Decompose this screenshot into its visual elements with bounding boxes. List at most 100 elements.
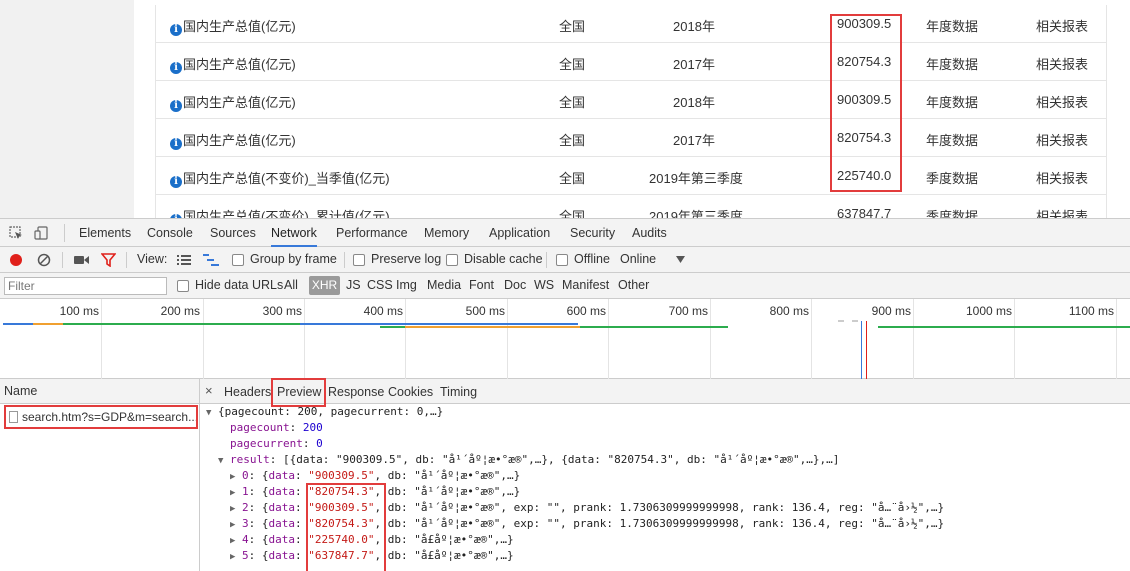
record-icon[interactable] <box>9 253 23 267</box>
data-type-cell: 年度数据 <box>926 95 979 110</box>
disable-cache-label: Disable cache <box>464 252 543 266</box>
timeline-bar <box>405 326 580 328</box>
timeline-overview[interactable]: 100 ms 200 ms 300 ms 400 ms 500 ms 600 m… <box>0 299 1130 379</box>
toolbar-separator <box>344 252 345 268</box>
request-row[interactable]: search.htm?s=GDP&m=search... <box>4 405 198 429</box>
table-row: i 国内生产总值(亿元) 全国 2018年 900309.5 年度数据 相关报表 <box>156 5 1106 43</box>
timeline-tick: 400 ms <box>363 304 403 318</box>
expand-arrow-icon[interactable]: ▶ <box>230 472 235 482</box>
timeline-tick: 300 ms <box>262 304 302 318</box>
tab-memory[interactable]: Memory <box>424 219 469 247</box>
table-row: i 国内生产总值(不变价)_当季值(亿元) 全国 2019年第三季度 225740… <box>156 157 1106 195</box>
filter-type-media[interactable]: Media <box>427 278 461 292</box>
related-report-link[interactable]: 相关报表 <box>1036 16 1088 35</box>
region-cell: 全国 <box>559 19 586 34</box>
tab-timing[interactable]: Timing <box>440 385 477 399</box>
name-column-header[interactable]: Name <box>0 379 199 404</box>
collapse-arrow-icon[interactable]: ▼ <box>206 408 211 418</box>
region-cell: 全国 <box>559 57 586 72</box>
toolbar-separator <box>546 252 547 268</box>
close-icon[interactable]: × <box>205 383 213 398</box>
related-report-link[interactable]: 相关报表 <box>1036 92 1088 111</box>
filter-type-other[interactable]: Other <box>618 278 649 292</box>
filter-type-ws[interactable]: WS <box>534 278 554 292</box>
timeline-bar <box>838 320 844 322</box>
json-root[interactable]: ▼ {pagecount: 200, pagecurrent: 0,…} <box>206 404 443 421</box>
tab-headers[interactable]: Headers <box>224 385 271 399</box>
expand-arrow-icon[interactable]: ▶ <box>230 536 235 546</box>
filter-type-css[interactable]: CSS <box>367 278 393 292</box>
filter-type-manifest[interactable]: Manifest <box>562 278 609 292</box>
tab-cookies[interactable]: Cookies <box>388 385 433 399</box>
expand-arrow-icon[interactable]: ▶ <box>230 520 235 530</box>
tab-sources[interactable]: Sources <box>210 219 256 247</box>
info-icon[interactable]: i <box>170 24 182 36</box>
capture-screenshots-icon[interactable] <box>74 254 89 266</box>
throttling-select[interactable]: Online <box>620 252 656 266</box>
filter-input[interactable]: Filter <box>4 277 167 295</box>
json-result[interactable]: ▼ result: [{data: "900309.5", db: "å¹´åº… <box>218 452 839 469</box>
expand-arrow-icon[interactable]: ▶ <box>230 488 235 498</box>
device-toolbar-icon[interactable] <box>34 226 48 240</box>
related-report-link[interactable]: 相关报表 <box>1036 206 1088 218</box>
disable-cache-checkbox[interactable] <box>446 254 458 266</box>
group-by-frame-checkbox[interactable] <box>232 254 244 266</box>
filter-type-all[interactable]: All <box>284 278 298 292</box>
toolbar-separator <box>62 252 63 268</box>
info-icon[interactable]: i <box>170 62 182 74</box>
info-icon[interactable]: i <box>170 138 182 150</box>
collapse-arrow-icon[interactable]: ▼ <box>218 456 223 466</box>
region-cell: 全国 <box>559 133 586 148</box>
info-icon[interactable]: i <box>170 176 182 188</box>
indicator-name[interactable]: i 国内生产总值(亿元) <box>170 130 296 150</box>
table-row: i 国内生产总值(亿元) 全国 2017年 820754.3 年度数据 相关报表 <box>156 43 1106 81</box>
chevron-down-icon[interactable] <box>676 256 685 263</box>
indicator-name[interactable]: i 国内生产总值(亿元) <box>170 16 296 36</box>
gridline <box>1116 299 1117 379</box>
tab-response[interactable]: Response <box>328 385 384 399</box>
tab-console[interactable]: Console <box>147 219 193 247</box>
timeline-bar <box>3 323 33 325</box>
filter-icon[interactable] <box>101 253 116 267</box>
expand-arrow-icon[interactable]: ▶ <box>230 552 235 562</box>
data-values-highlight <box>306 483 386 571</box>
tab-network[interactable]: Network <box>271 219 317 247</box>
offline-checkbox[interactable] <box>556 254 568 266</box>
related-report-link[interactable]: 相关报表 <box>1036 168 1088 187</box>
preserve-log-checkbox[interactable] <box>353 254 365 266</box>
tab-elements[interactable]: Elements <box>79 219 131 247</box>
tab-audits[interactable]: Audits <box>632 219 667 247</box>
timeline-tick: 900 ms <box>871 304 911 318</box>
hide-data-urls-checkbox[interactable] <box>177 280 189 292</box>
indicator-name[interactable]: i国内生产总值(不变价)_累计值(亿元) <box>170 206 390 218</box>
page-left-gutter <box>0 0 134 218</box>
related-report-link[interactable]: 相关报表 <box>1036 130 1088 149</box>
timeline-bar <box>33 323 63 325</box>
tab-performance[interactable]: Performance <box>336 219 408 247</box>
tab-application[interactable]: Application <box>489 219 550 247</box>
filter-type-font[interactable]: Font <box>469 278 494 292</box>
tab-security[interactable]: Security <box>570 219 615 247</box>
filter-type-img[interactable]: Img <box>396 278 417 292</box>
indicator-name[interactable]: i 国内生产总值(亿元) <box>170 92 296 112</box>
info-icon[interactable]: i <box>170 100 182 112</box>
large-rows-icon[interactable] <box>177 254 191 266</box>
filter-type-doc[interactable]: Doc <box>504 278 526 292</box>
region-cell: 全国 <box>559 95 586 110</box>
timeline-tick: 100 ms <box>59 304 99 318</box>
filter-type-xhr[interactable]: XHR <box>309 276 340 295</box>
expand-arrow-icon[interactable]: ▶ <box>230 504 235 514</box>
inspect-element-icon[interactable] <box>9 226 23 240</box>
json-pagecount: pagecount: 200 <box>230 421 323 434</box>
gridline <box>913 299 914 379</box>
filter-type-js[interactable]: JS <box>346 278 361 292</box>
indicator-name[interactable]: i 国内生产总值(亿元) <box>170 54 296 74</box>
clear-icon[interactable] <box>37 253 51 267</box>
waterfall-icon[interactable] <box>203 253 219 267</box>
group-by-frame-label: Group by frame <box>250 252 337 266</box>
view-label: View: <box>137 252 168 266</box>
related-report-link[interactable]: 相关报表 <box>1036 54 1088 73</box>
indicator-name[interactable]: i 国内生产总值(不变价)_当季值(亿元) <box>170 168 390 188</box>
value-column-highlight <box>830 14 902 192</box>
gridline <box>203 299 204 379</box>
